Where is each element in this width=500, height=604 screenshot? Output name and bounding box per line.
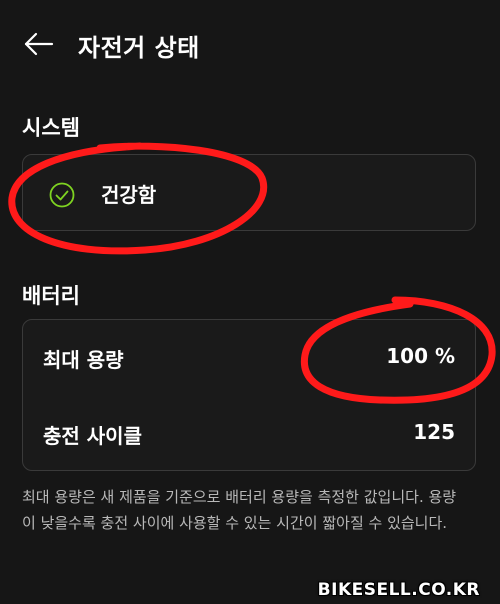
battery-section-label: 배터리 — [22, 284, 80, 308]
system-section-label: 시스템 — [22, 116, 80, 140]
arrow-left-icon — [24, 32, 54, 56]
page-title: 자전거 상태 — [78, 34, 200, 62]
charge-cycles-row: 충전 사이클 125 — [23, 396, 475, 472]
battery-info-note: 최대 용량은 새 제품을 기준으로 배터리 용량을 측정한 값입니다. 용량이 … — [22, 488, 457, 532]
check-circle-icon — [49, 182, 75, 208]
charge-cycles-value: 125 — [413, 420, 455, 444]
system-status-row: 건강함 — [23, 155, 475, 230]
watermark: BIKESELL.CO.KR — [317, 580, 480, 600]
max-capacity-row: 최대 용량 100 % — [23, 320, 475, 396]
battery-card: 최대 용량 100 % 충전 사이클 125 — [22, 319, 476, 471]
max-capacity-label: 최대 용량 — [43, 348, 124, 372]
system-status-card: 건강함 — [22, 154, 476, 231]
charge-cycles-label: 충전 사이클 — [43, 424, 142, 448]
header: 자전거 상태 — [0, 0, 500, 90]
system-status-text: 건강함 — [101, 183, 157, 207]
max-capacity-value: 100 % — [386, 344, 455, 368]
back-button[interactable] — [22, 28, 58, 60]
